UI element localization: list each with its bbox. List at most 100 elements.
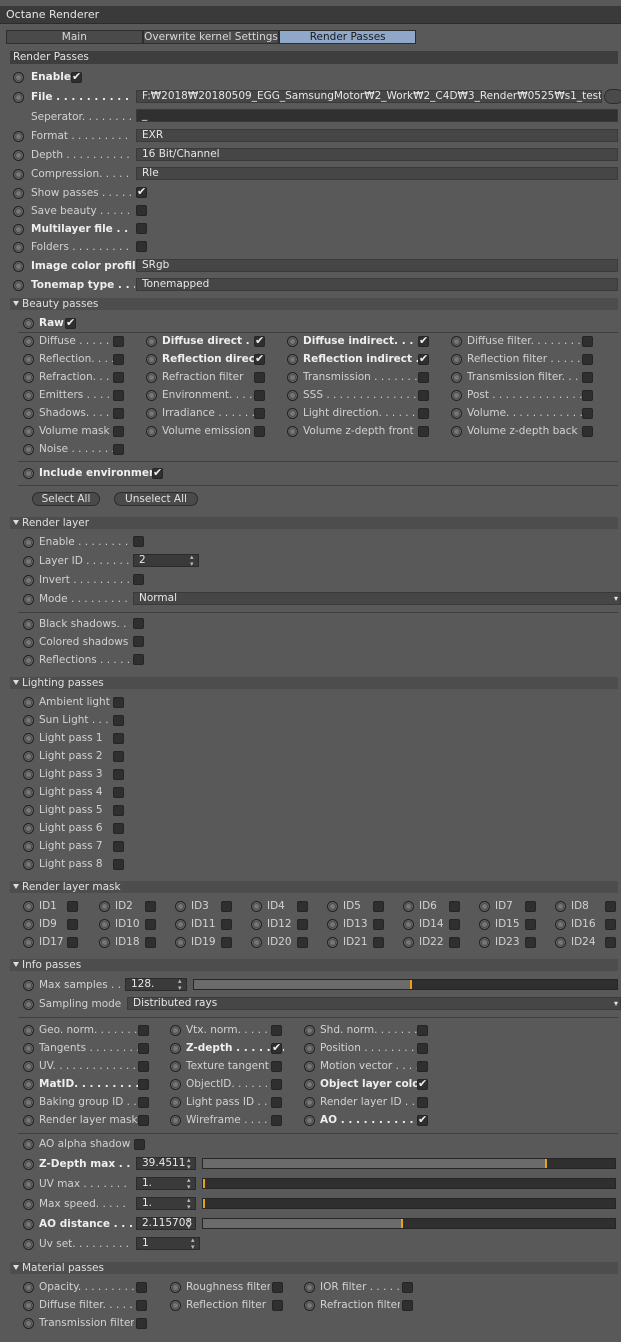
ior-filter-animate-icon[interactable] [304,1282,315,1293]
mode-animate-icon[interactable] [23,594,34,605]
object-layer-color-checkbox[interactable] [417,1077,428,1090]
id10-checkbox[interactable] [145,919,156,930]
id9-checkbox[interactable] [67,919,78,930]
ao-checkbox[interactable] [417,1113,428,1126]
id12-checkbox[interactable] [297,919,308,930]
save-beauty-checkbox[interactable] [136,205,147,216]
id24-animate-icon[interactable] [555,937,566,948]
light-pass-1-animate-icon[interactable] [23,733,34,744]
id21-animate-icon[interactable] [327,937,338,948]
id23-checkbox[interactable] [525,937,536,948]
texture-tangent-animate-icon[interactable] [170,1061,181,1072]
slider-handle[interactable] [400,1219,403,1228]
volume-emission-animate-icon[interactable] [146,426,157,437]
ambient-light-checkbox[interactable] [113,697,124,708]
include-env-checkbox[interactable] [152,466,163,479]
baking-group-id-checkbox[interactable] [138,1097,149,1108]
material-passes-group[interactable]: Material passes [10,1262,618,1274]
z-depth-animate-icon[interactable] [170,1043,181,1054]
environment-animate-icon[interactable] [146,390,157,401]
position-animate-icon[interactable] [304,1043,315,1054]
id6-checkbox[interactable] [449,901,460,912]
id16-checkbox[interactable] [605,919,616,930]
light-pass-6-animate-icon[interactable] [23,823,34,834]
reflection-indirect-animate-icon[interactable] [287,354,298,365]
post-checkbox[interactable] [582,390,593,401]
wireframe-checkbox[interactable] [271,1115,282,1126]
id19-checkbox[interactable] [221,937,232,948]
layer-id-animate-icon[interactable] [23,556,34,567]
black-shadows-checkbox[interactable] [133,618,144,629]
light-pass-3-checkbox[interactable] [113,769,124,780]
separator-input[interactable]: _ [136,109,618,122]
max-samples-stepper[interactable]: 128. [125,978,187,992]
id23-animate-icon[interactable] [479,937,490,948]
id22-animate-icon[interactable] [403,937,414,948]
z-depth-checkbox[interactable] [271,1041,282,1054]
ao-distance-slider[interactable] [202,1218,616,1229]
enable-checkbox[interactable] [71,70,82,83]
render-layer-group[interactable]: Render layer [10,517,618,529]
id21-checkbox[interactable] [373,937,384,948]
roughness-filter-checkbox[interactable] [272,1282,283,1293]
diffuse-animate-icon[interactable] [23,336,34,347]
volume-z-depth-back-animate-icon[interactable] [451,426,462,437]
shd-norm-checkbox[interactable] [417,1025,428,1036]
max-speed-slider[interactable] [202,1198,616,1209]
image-profile-animate-icon[interactable] [13,261,24,272]
id17-checkbox[interactable] [67,937,78,948]
layer-id-stepper[interactable]: 2 [133,554,199,568]
reflection-checkbox[interactable] [113,354,124,365]
matid-checkbox[interactable] [138,1079,149,1090]
select-all-button[interactable]: Select All [32,492,100,506]
id5-checkbox[interactable] [373,901,384,912]
light-pass-4-animate-icon[interactable] [23,787,34,798]
id7-checkbox[interactable] [525,901,536,912]
ao-distance-animate-icon[interactable] [23,1219,34,1230]
id5-animate-icon[interactable] [327,901,338,912]
tangents-animate-icon[interactable] [23,1043,34,1054]
transmission-filter-animate-icon[interactable] [23,1318,34,1329]
shd-norm-animate-icon[interactable] [304,1025,315,1036]
max-samples-animate-icon[interactable] [23,980,34,991]
image-profile-select[interactable]: SRgb [136,259,618,272]
ao-alpha-shadow-animate-icon[interactable] [23,1139,34,1150]
uv-max-animate-icon[interactable] [23,1179,34,1190]
id6-animate-icon[interactable] [403,901,414,912]
transmission-filter-animate-icon[interactable] [451,372,462,383]
ior-filter-checkbox[interactable] [402,1282,413,1293]
diffuse-indirect-checkbox[interactable] [418,334,429,347]
reflection-filter-animate-icon[interactable] [451,354,462,365]
tonemap-select[interactable]: Tonemapped [136,278,618,291]
sss-checkbox[interactable] [418,390,429,401]
post-animate-icon[interactable] [451,390,462,401]
invert-checkbox[interactable] [133,574,144,585]
light-pass-8-animate-icon[interactable] [23,859,34,870]
id9-animate-icon[interactable] [23,919,34,930]
emitters-checkbox[interactable] [113,390,124,401]
id2-animate-icon[interactable] [99,901,110,912]
id11-animate-icon[interactable] [175,919,186,930]
max-speed-animate-icon[interactable] [23,1199,34,1210]
sampling-mode-animate-icon[interactable] [23,999,34,1010]
id24-checkbox[interactable] [605,937,616,948]
noise-animate-icon[interactable] [23,444,34,455]
irradiance-checkbox[interactable] [254,408,265,419]
reflections-animate-icon[interactable] [23,655,34,666]
id4-animate-icon[interactable] [251,901,262,912]
reflection-animate-icon[interactable] [23,354,34,365]
opacity-animate-icon[interactable] [23,1282,34,1293]
diffuse-filter-checkbox[interactable] [582,336,593,347]
ao-alpha-shadow-checkbox[interactable] [134,1139,145,1150]
tab-render-passes[interactable]: Render Passes [279,30,417,44]
volume-z-depth-back-checkbox[interactable] [582,426,593,437]
light-pass-4-checkbox[interactable] [113,787,124,798]
id18-checkbox[interactable] [145,937,156,948]
uv-animate-icon[interactable] [23,1061,34,1072]
volume-checkbox[interactable] [582,408,593,419]
shadows-checkbox[interactable] [113,408,124,419]
environment-checkbox[interactable] [254,390,265,401]
light-direction-animate-icon[interactable] [287,408,298,419]
unselect-all-button[interactable]: Unselect All [114,492,198,506]
id11-checkbox[interactable] [221,919,232,930]
